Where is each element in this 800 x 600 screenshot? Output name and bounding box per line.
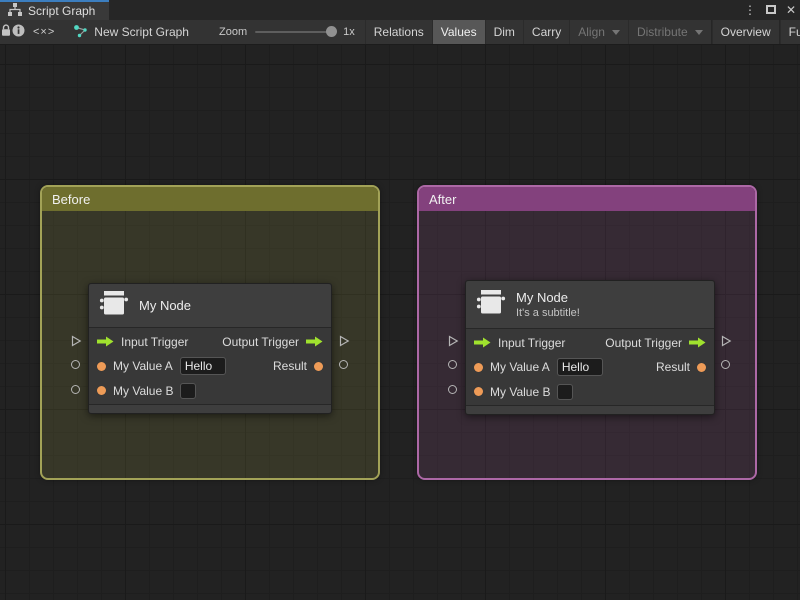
group-before-label: Before [52,191,91,207]
distribute-dropdown[interactable]: Distribute [627,20,711,44]
kebab-menu-icon[interactable]: ⋮ [744,4,756,16]
view-options: Relations Values Dim Carry Align Distrib… [364,20,800,44]
port-row-value-a: My Value A Result [89,353,331,379]
unit-icon [99,290,129,321]
external-flow-port[interactable] [338,334,350,347]
input-trigger-label: Input Trigger [121,334,189,349]
node-title: My Node [516,290,569,305]
graph-asset-icon [73,24,88,41]
external-value-port[interactable] [448,385,457,394]
value-b-field[interactable] [557,383,574,400]
port-row-trigger: Input Trigger Output Trigger [89,330,331,353]
port-row-value-b: My Value B [89,379,331,402]
value-in-icon[interactable] [474,362,483,372]
group-after-header[interactable]: After [419,187,755,211]
chevron-down-icon [611,29,620,35]
new-script-graph-button[interactable]: New Script Graph [63,20,199,44]
external-value-port[interactable] [71,360,80,369]
tab-title: Script Graph [28,4,96,18]
unit-icon [476,289,506,320]
value-a-field[interactable] [179,357,226,375]
info-button[interactable] [12,20,25,44]
code-view-button[interactable]: <×> [25,20,63,44]
script-graph-window: Script Graph ⋮ ✕ <×> New Script Graph Zo… [0,0,800,600]
external-flow-port[interactable] [447,334,459,347]
fullscreen-button[interactable]: Full Screen [779,20,800,44]
port-row-value-a: My Value A Result [466,354,714,380]
value-in-icon[interactable] [97,386,106,395]
flow-out-icon[interactable] [306,336,323,347]
value-b-label: My Value B [113,383,174,398]
tab-script-graph[interactable]: Script Graph [0,0,110,20]
external-value-port[interactable] [339,360,348,369]
output-trigger-label: Output Trigger [605,335,682,350]
maximize-icon[interactable] [765,1,776,19]
zoom-control: Zoom 1x [211,20,363,44]
dim-button[interactable]: Dim [484,20,523,44]
node-title: My Node [139,298,192,313]
result-label: Result [655,360,690,374]
values-button[interactable]: Values [431,20,485,44]
lock-button[interactable] [0,20,12,44]
close-icon[interactable]: ✕ [786,4,796,16]
result-label: Result [272,359,307,373]
lock-icon [0,24,12,40]
group-before-header[interactable]: Before [42,187,378,211]
overview-button[interactable]: Overview [711,20,779,44]
value-a-field[interactable] [556,358,603,376]
relations-button[interactable]: Relations [364,20,432,44]
zoom-slider-handle[interactable] [326,26,338,37]
node-my-node-after[interactable]: My Node It's a subtitle! Input Trigger O… [465,280,715,415]
graph-toolbar: <×> New Script Graph Zoom 1x Relations V… [0,20,800,45]
node-footer [89,404,331,413]
align-dropdown[interactable]: Align [569,20,628,44]
zoom-label: Zoom [218,26,248,38]
external-value-port[interactable] [448,360,457,369]
node-body: Input Trigger Output Trigger My Value A [89,328,331,404]
external-flow-port[interactable] [70,334,82,347]
graph-tab-icon [8,3,22,19]
value-b-field[interactable] [180,382,197,399]
external-flow-port[interactable] [720,334,732,347]
external-value-port[interactable] [71,385,80,394]
flow-out-icon[interactable] [689,337,706,348]
node-my-node-before[interactable]: My Node Input Trigger Output Trigger My … [88,283,332,414]
group-after-label: After [429,191,457,207]
graph-canvas[interactable]: Before After My Node Input Trigger Outpu… [0,45,800,600]
node-subtitle: It's a subtitle! [516,307,580,319]
input-trigger-label: Input Trigger [498,335,566,350]
zoom-slider[interactable] [255,26,338,37]
port-row-value-b: My Value B [466,380,714,403]
external-value-port[interactable] [721,360,730,369]
value-a-label: My Value A [490,360,550,374]
node-header[interactable]: My Node [89,284,331,328]
node-footer [466,405,714,414]
output-trigger-label: Output Trigger [222,334,299,349]
value-out-icon[interactable] [697,362,706,372]
window-controls: ⋮ ✕ [744,0,796,20]
info-icon [12,24,25,40]
flow-in-icon[interactable] [474,337,491,348]
node-body: Input Trigger Output Trigger My Value A [466,329,714,405]
tab-bar: Script Graph ⋮ ✕ [0,0,800,20]
value-a-label: My Value A [113,359,173,373]
value-in-icon[interactable] [97,361,106,371]
new-graph-label: New Script Graph [94,25,189,39]
node-header[interactable]: My Node It's a subtitle! [466,281,714,329]
carry-button[interactable]: Carry [522,20,569,44]
value-b-label: My Value B [490,384,551,399]
value-out-icon[interactable] [314,361,323,371]
value-in-icon[interactable] [474,387,483,396]
flow-in-icon[interactable] [97,336,114,347]
chevron-down-icon [694,29,703,35]
zoom-value: 1x [343,26,355,38]
port-row-trigger: Input Trigger Output Trigger [466,331,714,354]
